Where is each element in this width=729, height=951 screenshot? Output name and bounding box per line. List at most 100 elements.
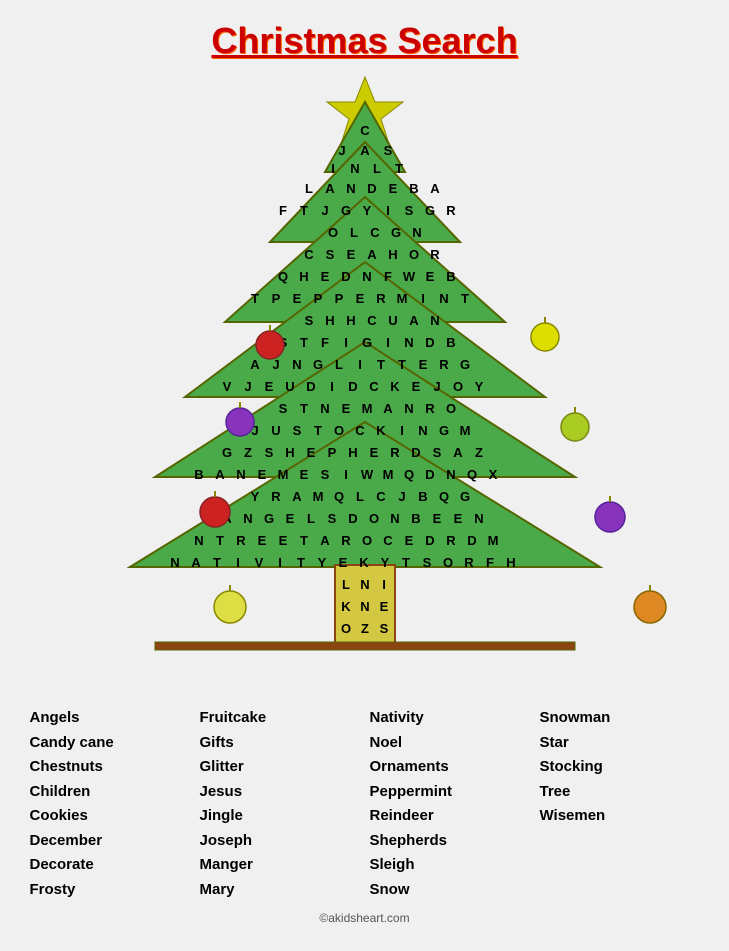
word-list: AngelsCandy caneChestnutsChildrenCookies…: [15, 707, 715, 901]
svg-text:N: N: [360, 577, 369, 592]
svg-text:U: U: [388, 313, 397, 328]
svg-text:G: G: [340, 203, 350, 218]
svg-text:Q: Q: [333, 489, 343, 504]
svg-text:R: R: [390, 445, 400, 460]
svg-text:H: H: [299, 269, 308, 284]
svg-text:E: E: [320, 269, 329, 284]
word-item: Stocking: [540, 756, 700, 779]
svg-text:P: P: [313, 291, 322, 306]
svg-text:T: T: [213, 555, 221, 570]
svg-text:A: A: [320, 533, 330, 548]
svg-text:U: U: [271, 423, 280, 438]
svg-text:H: H: [346, 313, 355, 328]
svg-text:J: J: [244, 379, 251, 394]
svg-text:V: V: [254, 555, 263, 570]
svg-text:K: K: [390, 379, 400, 394]
svg-text:A: A: [409, 313, 419, 328]
svg-text:R: R: [425, 401, 435, 416]
svg-text:T: T: [377, 357, 385, 372]
svg-text:T: T: [461, 291, 469, 306]
svg-text:M: M: [277, 467, 288, 482]
svg-text:S: S: [278, 401, 287, 416]
svg-text:D: D: [348, 379, 357, 394]
svg-text:D: D: [367, 181, 376, 196]
svg-text:C: C: [355, 423, 365, 438]
svg-text:C: C: [369, 379, 379, 394]
svg-text:I: I: [400, 423, 404, 438]
page-title: Christmas Search: [211, 20, 517, 62]
svg-text:F: F: [486, 555, 494, 570]
svg-text:O: O: [452, 379, 462, 394]
svg-text:O: O: [442, 555, 452, 570]
svg-text:Q: Q: [403, 467, 413, 482]
svg-text:L: L: [305, 181, 313, 196]
svg-text:L: L: [342, 577, 350, 592]
svg-text:E: E: [411, 379, 420, 394]
svg-text:D: D: [411, 445, 420, 460]
svg-text:T: T: [402, 555, 410, 570]
word-column-1: AngelsCandy caneChestnutsChildrenCookies…: [30, 707, 190, 901]
svg-text:N: N: [170, 555, 179, 570]
svg-text:I: I: [358, 357, 362, 372]
svg-text:W: W: [402, 269, 415, 284]
word-item: Joseph: [200, 830, 360, 853]
svg-text:M: M: [396, 291, 407, 306]
svg-text:S: S: [264, 445, 273, 460]
svg-text:Z: Z: [475, 445, 483, 460]
svg-text:L: L: [335, 357, 343, 372]
svg-text:E: E: [264, 379, 273, 394]
svg-text:E: E: [338, 555, 347, 570]
svg-text:I: I: [344, 467, 348, 482]
svg-text:B: B: [409, 181, 418, 196]
svg-text:E: E: [453, 511, 462, 526]
svg-text:Z: Z: [361, 621, 369, 636]
svg-text:I: I: [331, 161, 335, 176]
svg-text:H: H: [348, 445, 357, 460]
word-item: Snowman: [540, 707, 700, 730]
svg-text:I: I: [236, 555, 240, 570]
svg-text:D: D: [341, 269, 350, 284]
svg-text:N: N: [418, 423, 427, 438]
svg-text:M: M: [361, 401, 372, 416]
svg-text:S: S: [304, 313, 313, 328]
svg-text:E: E: [355, 291, 364, 306]
svg-text:N: N: [194, 533, 203, 548]
word-item: Star: [540, 732, 700, 755]
word-item: Fruitcake: [200, 707, 360, 730]
svg-text:S: S: [379, 621, 388, 636]
svg-text:Y: Y: [317, 555, 326, 570]
svg-text:C: C: [370, 225, 380, 240]
svg-text:O: O: [368, 511, 378, 526]
word-item: Cookies: [30, 805, 190, 828]
svg-text:N: N: [446, 467, 455, 482]
svg-text:E: E: [369, 445, 378, 460]
word-item: Chestnuts: [30, 756, 190, 779]
svg-text:I: I: [278, 555, 282, 570]
svg-text:E: E: [285, 511, 294, 526]
svg-text:I: I: [344, 335, 348, 350]
svg-text:D: D: [425, 335, 434, 350]
svg-text:N: N: [360, 599, 369, 614]
svg-text:L: L: [350, 225, 358, 240]
svg-text:K: K: [376, 423, 386, 438]
svg-text:I: I: [330, 379, 334, 394]
svg-text:D: D: [425, 533, 434, 548]
word-item: Children: [30, 781, 190, 804]
svg-text:G: G: [221, 445, 231, 460]
svg-text:N: N: [404, 335, 413, 350]
word-column-4: SnowmanStarStockingTreeWisemen: [540, 707, 700, 901]
svg-text:E: E: [341, 401, 350, 416]
svg-text:E: E: [278, 533, 287, 548]
svg-text:A: A: [292, 489, 302, 504]
svg-text:H: H: [388, 247, 397, 262]
svg-text:T: T: [398, 357, 406, 372]
svg-text:M: M: [487, 533, 498, 548]
svg-text:B: B: [446, 335, 455, 350]
word-item: Decorate: [30, 854, 190, 877]
svg-text:Q: Q: [466, 467, 476, 482]
svg-text:O: O: [361, 533, 371, 548]
svg-text:K: K: [341, 599, 351, 614]
svg-text:A: A: [383, 401, 393, 416]
svg-text:A: A: [360, 143, 370, 158]
svg-text:H: H: [506, 555, 515, 570]
